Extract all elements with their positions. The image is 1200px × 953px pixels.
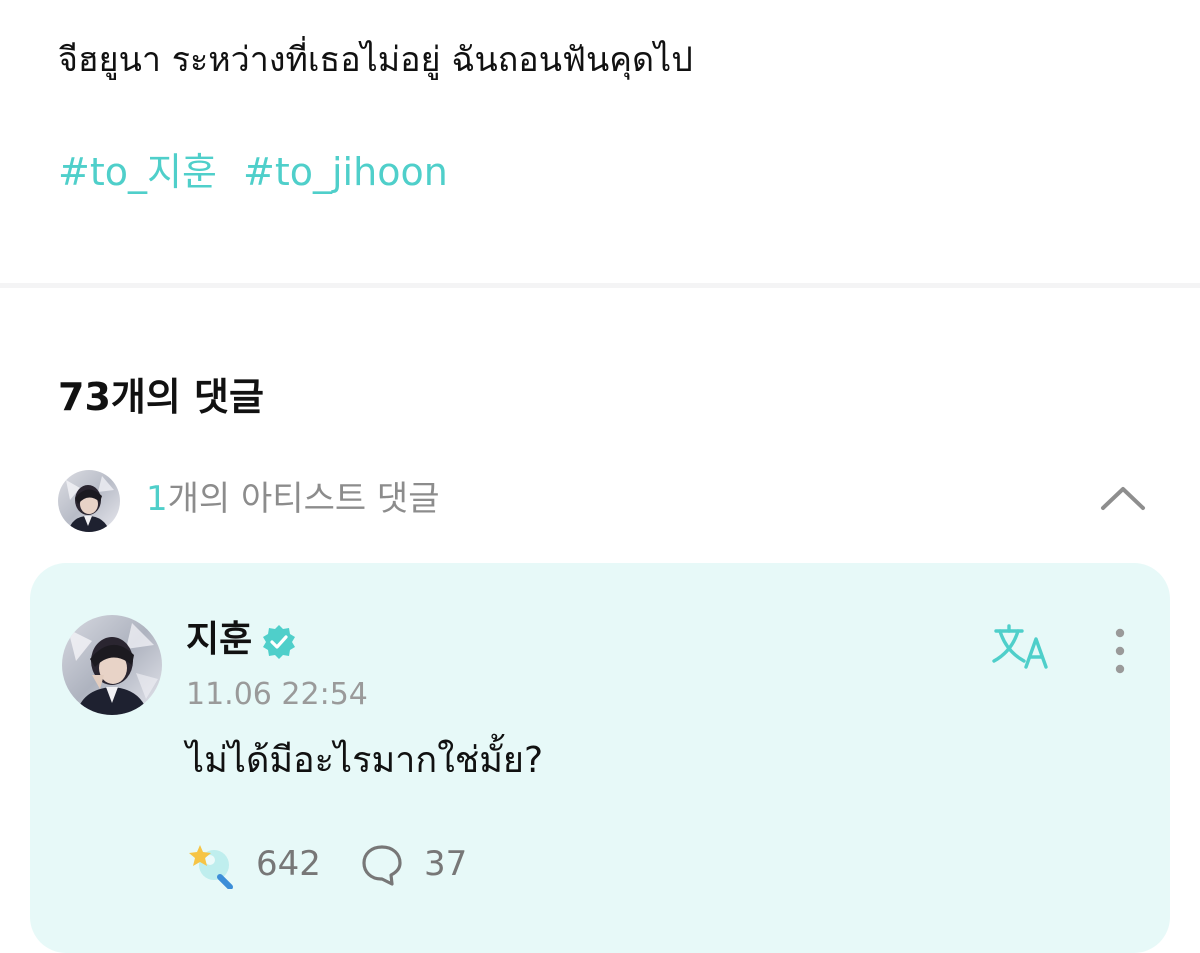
post-text: จีฮยูนา ระหว่างที่เธอไม่อยู่ ฉันถอนฟันคุ… bbox=[58, 40, 693, 80]
translate-icon[interactable] bbox=[990, 621, 1054, 675]
artist-comment-card: 지훈 11.06 22:54 ไม่ได้มีอะไรมากใช่มั้ย? 6… bbox=[30, 563, 1170, 953]
reaction-count: 642 bbox=[256, 844, 321, 884]
more-vertical-icon[interactable] bbox=[1102, 625, 1138, 677]
comment-body: ไม่ได้มีอะไรมากใช่มั้ย? bbox=[186, 740, 544, 781]
comment-author-name[interactable]: 지훈 bbox=[186, 615, 252, 665]
comment-timestamp: 11.06 22:54 bbox=[186, 677, 368, 712]
star-wand-reaction-icon bbox=[186, 841, 238, 890]
speech-bubble-icon bbox=[360, 843, 404, 887]
artist-comments-toggle-row[interactable]: 1개의 아티스트 댓글 bbox=[58, 468, 1148, 532]
chevron-up-icon[interactable] bbox=[1098, 476, 1148, 520]
comments-count-heading: 73개의 댓글 bbox=[58, 375, 264, 419]
artist-comments-text: 개의 아티스트 댓글 bbox=[167, 479, 440, 519]
comment-author-avatar[interactable] bbox=[62, 615, 162, 715]
hashtag-to-jihoon-korean[interactable]: #to_지훈 bbox=[58, 150, 217, 194]
reply-count: 37 bbox=[424, 844, 468, 884]
hashtag-to-jihoon[interactable]: #to_jihoon bbox=[243, 150, 448, 194]
section-divider bbox=[0, 283, 1200, 288]
hashtag-list: #to_지훈 #to_jihoon bbox=[58, 146, 462, 198]
verified-badge-icon bbox=[260, 623, 298, 661]
artist-avatar-small bbox=[58, 470, 120, 532]
artist-comments-count: 1 bbox=[146, 479, 168, 519]
artist-comments-label: 1개의 아티스트 댓글 bbox=[146, 474, 440, 524]
